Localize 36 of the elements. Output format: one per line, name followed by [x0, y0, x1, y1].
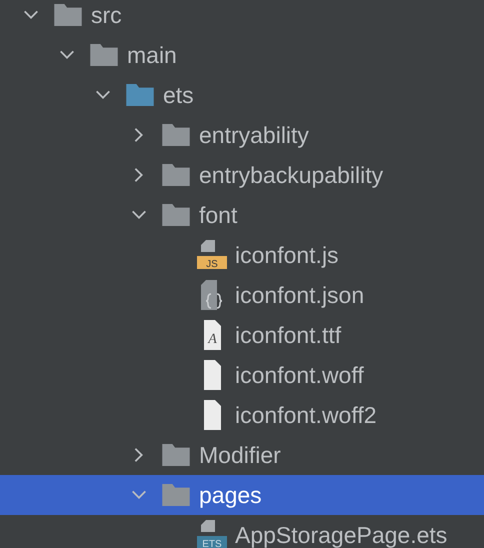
tree-item-label: iconfont.woff2: [235, 401, 377, 429]
tree-row[interactable]: font: [0, 195, 484, 235]
tree-row[interactable]: iconfont.woff2: [0, 395, 484, 435]
tree-row[interactable]: iconfont.json: [0, 275, 484, 315]
folder-icon: [161, 444, 191, 466]
folder-icon: [53, 4, 83, 26]
tree-item-label: entryability: [199, 121, 309, 149]
tree-item-label: ets: [163, 81, 194, 109]
tree-item-label: main: [127, 41, 177, 69]
folder-icon: [161, 164, 191, 186]
folder-icon: [125, 84, 155, 106]
tree-row[interactable]: ets: [0, 75, 484, 115]
tree-row[interactable]: pages: [0, 475, 484, 515]
tree-item-label: Modifier: [199, 441, 281, 469]
tree-item-label: iconfont.woff: [235, 361, 364, 389]
tree-row[interactable]: src: [0, 0, 484, 35]
tree-item-label: iconfont.js: [235, 241, 339, 269]
tree-row[interactable]: entrybackupability: [0, 155, 484, 195]
folder-icon: [161, 124, 191, 146]
tree-row[interactable]: A iconfont.ttf: [0, 315, 484, 355]
tree-row[interactable]: JS iconfont.js: [0, 235, 484, 275]
tree-row[interactable]: ETS AppStoragePage.ets: [0, 515, 484, 548]
tree-row[interactable]: entryability: [0, 115, 484, 155]
tree-item-label: AppStoragePage.ets: [235, 521, 448, 548]
tree-item-label: font: [199, 201, 238, 229]
folder-icon: [89, 44, 119, 66]
tree-row[interactable]: iconfont.woff: [0, 355, 484, 395]
tree-item-label: entrybackupability: [199, 161, 384, 189]
tree-row[interactable]: main: [0, 35, 484, 75]
folder-icon: [161, 204, 191, 226]
tree-item-label: src: [91, 1, 122, 29]
tree-item-label: iconfont.ttf: [235, 321, 342, 349]
tree-item-label: pages: [199, 481, 262, 509]
folder-icon: [161, 484, 191, 506]
tree-item-label: iconfont.json: [235, 281, 364, 309]
tree-row[interactable]: Modifier: [0, 435, 484, 475]
